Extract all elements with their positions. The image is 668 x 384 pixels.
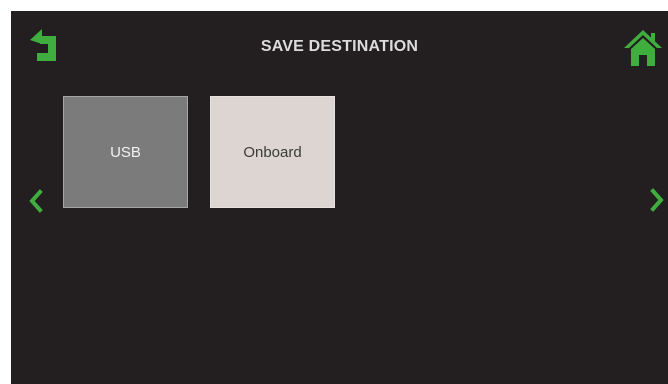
destination-onboard-label: Onboard (243, 143, 302, 161)
destination-usb-tile[interactable]: USB (63, 96, 188, 208)
destination-onboard-tile[interactable]: Onboard (210, 96, 335, 208)
destination-usb-label: USB (110, 143, 141, 161)
home-button[interactable] (622, 28, 664, 68)
next-page-button[interactable] (649, 187, 665, 213)
previous-page-button[interactable] (28, 188, 44, 214)
save-destination-screen: SAVE DESTINATION USB Onboard (11, 11, 668, 384)
home-icon (624, 30, 662, 66)
chevron-right-icon (650, 188, 664, 212)
page-title: SAVE DESTINATION (260, 38, 419, 55)
chevron-left-icon (29, 189, 43, 213)
